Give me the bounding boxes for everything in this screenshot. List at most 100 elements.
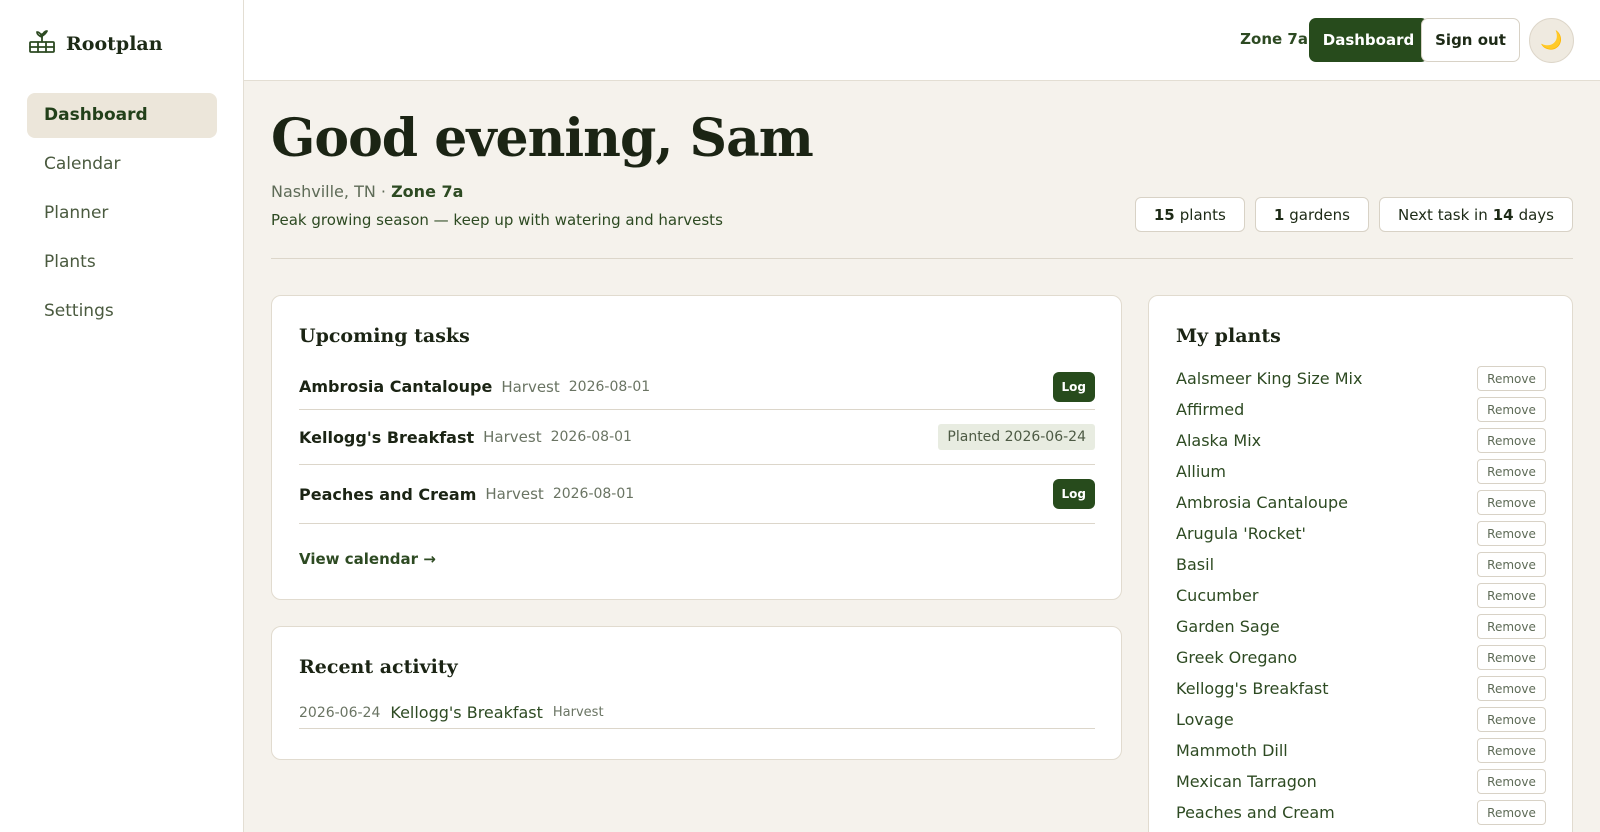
remove-plant-button[interactable]: Remove xyxy=(1477,583,1546,608)
sidebar-item-calendar[interactable]: Calendar xyxy=(27,142,217,187)
activity-type: Harvest xyxy=(552,705,604,720)
plant-name[interactable]: Basil xyxy=(1176,555,1214,574)
remove-plant-button[interactable]: Remove xyxy=(1477,738,1546,763)
remove-plant-button[interactable]: Remove xyxy=(1477,490,1546,515)
plant-list-item: Greek Oregano Remove xyxy=(1176,642,1546,673)
top-header: Zone 7a Dashboard Sign out 🌙 xyxy=(244,0,1600,81)
task-row: Peaches and Cream Harvest 2026-08-01 Log xyxy=(299,465,1095,524)
plant-list-item: Aalsmeer King Size Mix Remove xyxy=(1176,363,1546,394)
plant-name[interactable]: Cucumber xyxy=(1176,586,1258,605)
plant-name[interactable]: Greek Oregano xyxy=(1176,648,1297,667)
plant-list-item: Allium Remove xyxy=(1176,456,1546,487)
stat-next-task-prefix: Next task in xyxy=(1397,205,1488,224)
plant-list: Aalsmeer King Size Mix Remove Affirmed Remo… xyxy=(1176,363,1546,828)
plant-list-item: Garden Sage Remove xyxy=(1176,611,1546,642)
plant-name[interactable]: Alaska Mix xyxy=(1176,431,1261,450)
stat-plants-count: 15 xyxy=(1153,205,1175,224)
remove-plant-button[interactable]: Remove xyxy=(1477,707,1546,732)
stat-next-task-days: 14 xyxy=(1492,205,1514,224)
remove-plant-button[interactable]: Remove xyxy=(1477,521,1546,546)
plant-name[interactable]: Peaches and Cream xyxy=(1176,803,1335,822)
activity-plant[interactable]: Kellogg's Breakfast xyxy=(390,703,543,722)
task-plant: Peaches and Cream xyxy=(299,484,477,504)
my-plants-card: My plants Aalsmeer King Size Mix Remove Af… xyxy=(1148,295,1573,832)
page-title: Good evening, Sam xyxy=(271,108,814,169)
plant-list-item: Cucumber Remove xyxy=(1176,580,1546,611)
plant-list-item: Lovage Remove xyxy=(1176,704,1546,735)
plant-name[interactable]: Garden Sage xyxy=(1176,617,1280,636)
sidebar-item-plants[interactable]: Plants xyxy=(27,240,217,285)
sidebar-item-planner[interactable]: Planner xyxy=(27,191,217,236)
remove-plant-button[interactable]: Remove xyxy=(1477,769,1546,794)
sidebar-nav: Dashboard Calendar Planner Plants Settin… xyxy=(27,93,217,338)
brand[interactable]: Rootplan xyxy=(28,28,163,60)
remove-plant-button[interactable]: Remove xyxy=(1477,397,1546,422)
remove-plant-button[interactable]: Remove xyxy=(1477,645,1546,670)
task-date: 2026-08-01 xyxy=(568,378,651,395)
recent-activity-card: Recent activity 2026-06-24 Kellogg's Bre… xyxy=(271,626,1122,760)
upcoming-tasks-title: Upcoming tasks xyxy=(299,325,470,347)
plant-list-item: Kellogg's Breakfast Remove xyxy=(1176,673,1546,704)
plant-name[interactable]: Lovage xyxy=(1176,710,1234,729)
location-separator: · xyxy=(375,182,392,201)
upcoming-tasks-card: Upcoming tasks Ambrosia Cantaloupe Harve… xyxy=(271,295,1122,600)
sign-out-button[interactable]: Sign out xyxy=(1421,18,1520,62)
task-plant: Ambrosia Cantaloupe xyxy=(299,377,493,396)
plant-list-item: Arugula 'Rocket' Remove xyxy=(1176,518,1546,549)
recent-activity-title: Recent activity xyxy=(299,656,458,678)
plant-list-item: Mammoth Dill Remove xyxy=(1176,735,1546,766)
sidebar-item-dashboard[interactable]: Dashboard xyxy=(27,93,217,138)
section-divider xyxy=(271,258,1573,259)
remove-plant-button[interactable]: Remove xyxy=(1477,614,1546,639)
plant-list-item: Mexican Tarragon Remove xyxy=(1176,766,1546,797)
task-date: 2026-08-01 xyxy=(552,486,635,502)
task-type: Harvest xyxy=(485,485,544,503)
stat-plants: 15 plants xyxy=(1134,197,1245,232)
log-button[interactable]: Log xyxy=(1052,479,1095,509)
stat-gardens: 1 gardens xyxy=(1254,197,1369,232)
remove-plant-button[interactable]: Remove xyxy=(1477,428,1546,453)
brand-name: Rootplan xyxy=(66,33,163,55)
location-line: Nashville, TN · Zone 7a xyxy=(271,182,463,201)
plant-name[interactable]: Allium xyxy=(1176,462,1226,481)
remove-plant-button[interactable]: Remove xyxy=(1477,800,1546,825)
stat-gardens-label: gardens xyxy=(1289,205,1350,224)
task-row: Ambrosia Cantaloupe Harvest 2026-08-01 L… xyxy=(299,364,1095,410)
remove-plant-button[interactable]: Remove xyxy=(1477,552,1546,577)
plant-list-item: Alaska Mix Remove xyxy=(1176,425,1546,456)
stat-next-task-suffix: days xyxy=(1518,205,1554,224)
planter-box-icon xyxy=(28,28,56,60)
stat-gardens-count: 1 xyxy=(1273,205,1285,224)
remove-plant-button[interactable]: Remove xyxy=(1477,366,1546,391)
log-button[interactable]: Log xyxy=(1052,371,1095,402)
plant-list-item: Ambrosia Cantaloupe Remove xyxy=(1176,487,1546,518)
remove-plant-button[interactable]: Remove xyxy=(1477,459,1546,484)
plant-list-item: Basil Remove xyxy=(1176,549,1546,580)
plant-name[interactable]: Affirmed xyxy=(1176,400,1244,419)
plant-name[interactable]: Mexican Tarragon xyxy=(1176,772,1317,791)
location-zone: Zone 7a xyxy=(391,182,464,201)
my-plants-title: My plants xyxy=(1176,325,1281,347)
theme-toggle-button[interactable]: 🌙 xyxy=(1529,18,1574,63)
task-type: Harvest xyxy=(483,428,542,446)
plant-name[interactable]: Aalsmeer King Size Mix xyxy=(1176,369,1362,388)
sidebar-item-settings[interactable]: Settings xyxy=(27,289,217,334)
moon-icon: 🌙 xyxy=(1540,30,1563,51)
plant-name[interactable]: Mammoth Dill xyxy=(1176,741,1288,760)
plant-name[interactable]: Kellogg's Breakfast xyxy=(1176,679,1329,698)
dashboard-button[interactable]: Dashboard xyxy=(1309,18,1428,62)
plant-name[interactable]: Arugula 'Rocket' xyxy=(1176,524,1306,543)
plant-list-item: Affirmed Remove xyxy=(1176,394,1546,425)
sidebar: Rootplan Dashboard Calendar Planner Plan… xyxy=(0,0,244,832)
planted-badge: Planted 2026-06-24 xyxy=(938,424,1095,450)
stat-plants-label: plants xyxy=(1179,205,1226,224)
plant-list-item: Peaches and Cream Remove xyxy=(1176,797,1546,828)
stats-row: 15 plants 1 gardens Next task in 14 days xyxy=(1134,197,1573,232)
task-type: Harvest xyxy=(501,377,560,396)
season-message: Peak growing season — keep up with water… xyxy=(271,211,723,229)
remove-plant-button[interactable]: Remove xyxy=(1477,676,1546,701)
view-calendar-link[interactable]: View calendar → xyxy=(299,550,436,568)
plant-name[interactable]: Ambrosia Cantaloupe xyxy=(1176,493,1348,512)
task-date: 2026-08-01 xyxy=(550,429,632,445)
task-row: Kellogg's Breakfast Harvest 2026-08-01 P… xyxy=(299,410,1095,465)
